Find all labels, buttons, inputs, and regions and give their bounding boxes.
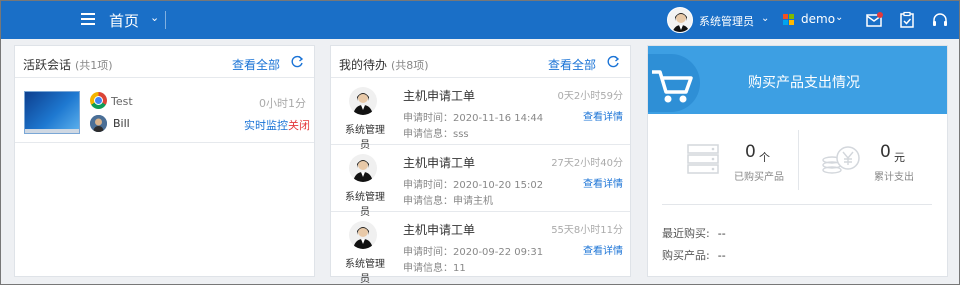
server-stack-icon — [686, 142, 720, 179]
windows-logo-icon — [783, 14, 795, 26]
organization-switcher[interactable]: demo — [801, 12, 835, 26]
total-spend: 0 — [880, 142, 891, 162]
panel-title: 活跃会话 (共1项) — [23, 56, 113, 73]
item-count: (共1项) — [75, 59, 113, 72]
chevron-down-icon[interactable]: ⌄ — [835, 12, 843, 23]
list-item: Test 0小时1分 Bill 实时监控 关闭 — [15, 79, 314, 143]
live-monitor-link[interactable]: 实时监控 — [244, 117, 288, 133]
panel-header: 购买产品支出情况 — [648, 46, 947, 114]
request-info: 申请信息：申请主机 — [403, 196, 493, 207]
shopping-cart-icon — [648, 54, 700, 112]
elapsed-time: 55天8小时11分 — [551, 225, 623, 236]
purchase-spending-panel: 购买产品支出情况 0 个 已购买产品 0 元 累计支出 最近购买: -- 购买产品… — [647, 45, 948, 277]
list-item: 系统管理员 主机申请工单 申请时间：2020-09-22 09:31 申请信息：… — [331, 213, 630, 285]
divider — [662, 204, 932, 205]
panel-title-text: 我的待办 — [339, 58, 388, 72]
session-host: Test — [111, 95, 133, 108]
refresh-icon[interactable] — [290, 55, 304, 69]
elapsed-time: 0天2小时59分 — [557, 91, 623, 102]
purchased-products-label: 购买产品: — [662, 249, 710, 262]
session-duration: 0小时1分 — [259, 97, 306, 110]
purchased-count: 0 — [745, 142, 756, 162]
my-todos-panel: 我的待办 (共8项) 查看全部 系统管理员 主机申请工单 申请时间：2020-11… — [330, 45, 631, 285]
chevron-down-icon[interactable]: ⌄ — [150, 11, 159, 24]
view-all-link[interactable]: 查看全部 — [548, 56, 596, 73]
purchased-label: 已购买产品 — [734, 172, 784, 183]
user-name-menu[interactable]: 系统管理员 — [699, 13, 754, 29]
top-navigation-bar: 首页 ⌄ 系统管理员 ⌄ demo ⌄ — [1, 1, 959, 39]
divider — [798, 130, 799, 190]
todo-title: 主机申请工单 — [403, 89, 476, 103]
request-time: 申请时间：2020-09-22 09:31 — [403, 247, 544, 258]
active-sessions-panel: 活跃会话 (共1项) 查看全部 Test 0小时1分 Bill 实时监控 关闭 — [14, 45, 315, 277]
recent-purchase-value: -- — [717, 227, 726, 240]
purchased-products-value: -- — [717, 249, 726, 262]
item-count: (共8项) — [391, 59, 429, 72]
view-details-link[interactable]: 查看详情 — [583, 108, 623, 123]
avatar — [349, 87, 377, 115]
view-details-link[interactable]: 查看详情 — [583, 175, 623, 190]
desktop-thumbnail[interactable] — [24, 91, 80, 134]
panel-header: 活跃会话 (共1项) 查看全部 — [15, 46, 314, 78]
view-details-link[interactable]: 查看详情 — [583, 242, 623, 257]
chevron-down-icon[interactable]: ⌄ — [761, 13, 769, 24]
request-time: 申请时间：2020-10-20 15:02 — [403, 180, 544, 191]
headset-icon[interactable] — [931, 11, 949, 29]
session-user: Bill — [113, 117, 130, 130]
close-session-link[interactable]: 关闭 — [288, 117, 310, 133]
purchased-products: 购买产品: -- — [662, 247, 726, 263]
mail-icon[interactable] — [865, 11, 883, 29]
list-item: 系统管理员 主机申请工单 申请时间：2020-10-20 15:02 申请信息：… — [331, 146, 630, 218]
todo-title: 主机申请工单 — [403, 223, 476, 237]
purchased-unit: 个 — [759, 151, 770, 164]
view-all-link[interactable]: 查看全部 — [232, 56, 280, 73]
divider — [165, 11, 166, 29]
recent-purchase-label: 最近购买: — [662, 227, 710, 240]
avatar — [90, 115, 107, 132]
avatar — [349, 221, 377, 249]
chrome-icon — [90, 92, 107, 109]
refresh-icon[interactable] — [606, 55, 620, 69]
page-title[interactable]: 首页 — [109, 10, 139, 31]
panel-title: 我的待办 (共8项) — [339, 56, 429, 73]
requester-name: 系统管理员 — [345, 259, 385, 285]
avatar — [349, 154, 377, 182]
total-spend-label: 累计支出 — [874, 172, 914, 183]
todo-title: 主机申请工单 — [403, 156, 476, 170]
request-info: 申请信息：11 — [403, 263, 466, 274]
elapsed-time: 27天2小时40分 — [551, 158, 623, 169]
request-info: 申请信息：sss — [403, 129, 469, 140]
total-spend-unit: 元 — [894, 151, 905, 164]
list-item: 系统管理员 主机申请工单 申请时间：2020-11-16 14:44 申请信息：… — [331, 79, 630, 151]
menu-icon[interactable] — [81, 13, 95, 25]
recent-purchase: 最近购买: -- — [662, 225, 726, 241]
clipboard-check-icon[interactable] — [898, 11, 916, 29]
panel-title-text: 活跃会话 — [23, 58, 72, 72]
panel-header: 我的待办 (共8项) 查看全部 — [331, 46, 630, 78]
avatar[interactable] — [667, 7, 693, 33]
panel-title: 购买产品支出情况 — [748, 75, 860, 91]
request-time: 申请时间：2020-11-16 14:44 — [403, 113, 544, 124]
yen-coins-icon — [821, 140, 861, 181]
